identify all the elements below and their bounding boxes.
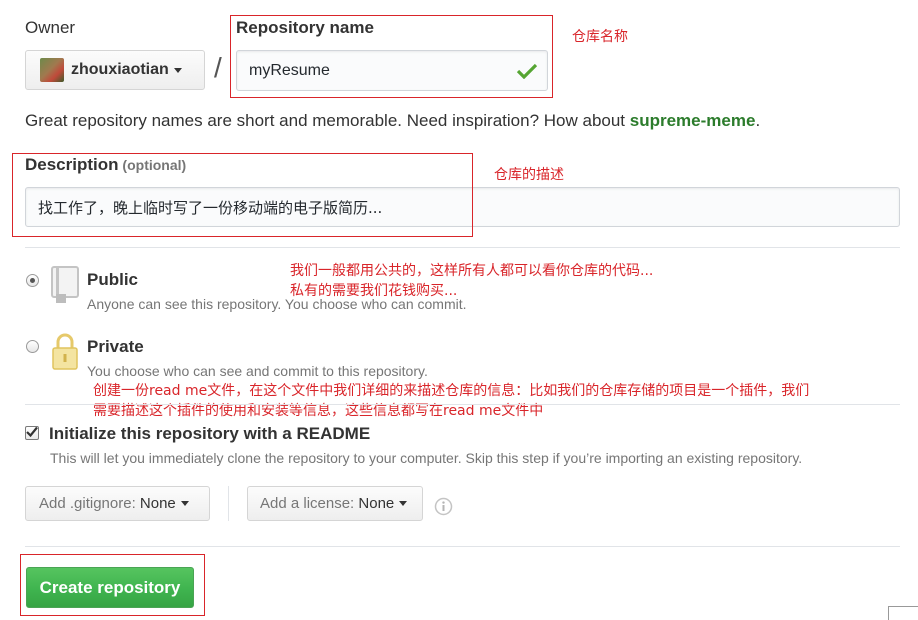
chevron-down-icon bbox=[180, 501, 189, 506]
repo-book-icon bbox=[51, 266, 79, 303]
annotation-public-line2: 私有的需要我们花钱购买... bbox=[290, 283, 458, 299]
owner-repo-separator: / bbox=[214, 52, 222, 83]
divider bbox=[25, 546, 900, 547]
hint-text: Great repository names are short and mem… bbox=[25, 111, 630, 130]
readme-label[interactable]: Initialize this repository with a README bbox=[49, 424, 370, 444]
gitignore-value: None bbox=[139, 495, 176, 512]
annotation-readme-line1: 创建一份read me文件，在这个文件中我们详细的来描述仓库的信息：比如我们的仓… bbox=[93, 383, 810, 399]
owner-select-button[interactable]: zhouxiaotian bbox=[25, 50, 205, 90]
owner-label: Owner bbox=[25, 18, 76, 37]
annotation-repo-name: 仓库名称 bbox=[572, 29, 628, 45]
annotation-public-line1: 我们一般都用公共的，这样所有人都可以看你仓库的代码... bbox=[290, 263, 654, 279]
divider bbox=[25, 247, 900, 248]
lock-icon bbox=[52, 333, 78, 370]
license-select-button[interactable]: Add a license: None bbox=[247, 486, 423, 521]
hint-end: . bbox=[755, 111, 761, 130]
license-prefix: Add a license: bbox=[260, 495, 355, 512]
annotation-box-repo-name bbox=[230, 15, 553, 98]
divider bbox=[25, 404, 900, 405]
readme-description: This will let you immediately clone the … bbox=[50, 450, 803, 466]
window-corner bbox=[888, 606, 918, 620]
chevron-down-icon bbox=[399, 501, 408, 506]
avatar bbox=[40, 58, 64, 82]
license-value: None bbox=[358, 495, 395, 512]
annotation-description: 仓库的描述 bbox=[494, 167, 564, 183]
gitignore-select-button[interactable]: Add .gitignore: None bbox=[25, 486, 210, 521]
readme-checkbox[interactable] bbox=[25, 426, 39, 440]
private-description: You choose who can see and commit to thi… bbox=[87, 363, 428, 379]
annotation-box-description bbox=[12, 153, 473, 237]
checkmark-icon bbox=[26, 426, 38, 438]
private-title: Private bbox=[87, 337, 144, 356]
owner-username: zhouxiaotian bbox=[71, 61, 169, 78]
public-title: Public bbox=[87, 270, 139, 289]
public-radio[interactable] bbox=[26, 274, 39, 287]
suggested-name-link[interactable]: supreme-meme bbox=[630, 111, 756, 130]
chevron-down-icon bbox=[173, 67, 182, 73]
info-icon[interactable] bbox=[434, 497, 453, 516]
annotation-box-create-button bbox=[20, 554, 205, 616]
private-radio[interactable] bbox=[26, 340, 39, 353]
vertical-divider bbox=[228, 486, 229, 521]
gitignore-prefix: Add .gitignore: bbox=[39, 495, 136, 512]
repo-name-hint: Great repository names are short and mem… bbox=[25, 111, 760, 131]
